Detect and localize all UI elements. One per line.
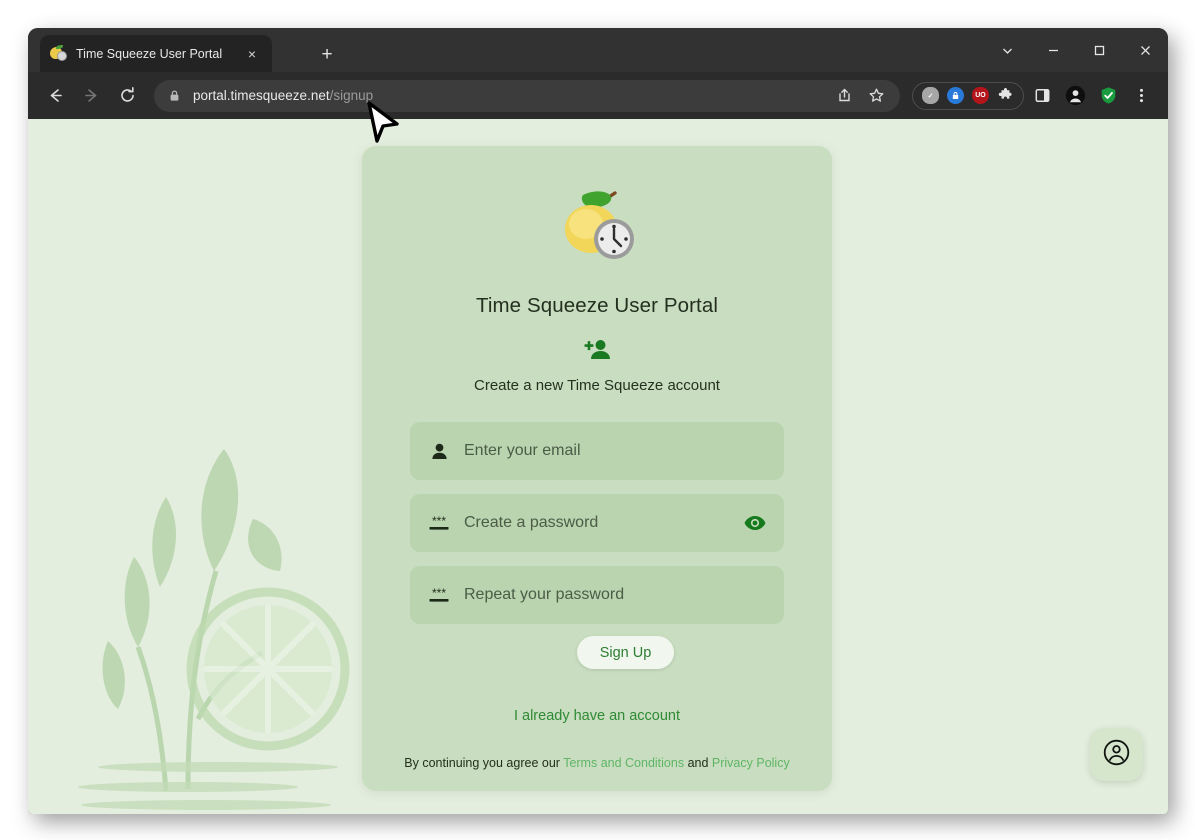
logo-container [362,173,832,273]
address-bar[interactable]: portal.timesqueeze.net/signup [154,79,900,112]
side-panel-icon[interactable] [1027,81,1057,111]
repeat-password-placeholder: Repeat your password [464,586,625,603]
back-arrow-icon[interactable] [40,81,70,111]
repeat-password-field[interactable]: *** Repeat your password [410,566,784,624]
eye-icon[interactable] [742,510,768,536]
chevron-down-icon[interactable] [984,28,1030,72]
chrome-menu-icon[interactable] [1126,81,1156,111]
svg-text:***: *** [432,514,446,528]
already-have-account-link[interactable]: I already have an account [362,708,832,724]
page-content: Time Squeeze User Portal Create a new Ti… [28,119,1168,814]
sign-up-button[interactable]: Sign Up [577,636,674,669]
minimize-icon[interactable] [1030,28,1076,72]
window-controls [984,28,1168,72]
bookmark-star-icon[interactable] [862,82,890,110]
svg-text:***: *** [432,586,446,600]
legal-middle: and [684,756,712,770]
security-shield-icon[interactable] [1093,81,1123,111]
forward-arrow-icon[interactable] [76,81,106,111]
email-field[interactable]: Enter your email [410,422,784,480]
password-manager-extension-icon[interactable] [943,83,968,108]
verified-badge-extension-icon[interactable]: ✓ [918,83,943,108]
close-tab-icon[interactable]: × [242,44,262,64]
browser-toolbar: portal.timesqueeze.net/signup ✓ UO [28,72,1168,119]
signup-card: Time Squeeze User Portal Create a new Ti… [362,146,832,791]
password-field[interactable]: *** Create a password [410,494,784,552]
password-placeholder: Create a password [464,514,599,531]
reload-icon[interactable] [112,81,142,111]
legal-text: By continuing you agree our Terms and Co… [362,756,832,770]
share-icon[interactable] [830,82,858,110]
close-window-icon[interactable] [1122,28,1168,72]
legal-prefix: By continuing you agree our [404,756,564,770]
new-tab-button[interactable]: + [314,41,340,67]
browser-window: Time Squeeze User Portal × + portal.time… [28,28,1168,814]
maximize-icon[interactable] [1076,28,1122,72]
url-domain: portal.timesqueeze.net [193,88,330,103]
mint-leaves-and-lime-slice-illustration [78,449,350,810]
browser-tab[interactable]: Time Squeeze User Portal × [40,35,272,72]
url-text: portal.timesqueeze.net/signup [193,88,826,103]
account-fab-button[interactable] [1090,728,1143,781]
uo-shield-extension-icon[interactable]: UO [968,83,993,108]
lock-icon [168,89,182,103]
page-title: Time Squeeze User Portal [475,294,719,317]
extensions-group: ✓ UO [912,81,1024,110]
lemon-clock-logo [565,191,634,259]
puzzle-extensions-icon[interactable] [993,83,1018,108]
url-path: /signup [329,88,374,103]
person-icon [426,442,452,461]
person-add-icon [362,338,832,360]
card-subtitle: Create a new Time Squeeze account [474,377,720,394]
tab-title: Time Squeeze User Portal [76,46,223,61]
email-placeholder: Enter your email [464,442,581,459]
lemon-clock-favicon-icon [50,45,67,62]
password-asterisk-icon: *** [426,586,452,605]
password-asterisk-icon: *** [426,514,452,533]
tab-strip: Time Squeeze User Portal × + [28,28,1168,72]
account-circle-icon [1103,739,1130,771]
omnibox-actions [826,82,890,110]
profile-icon[interactable] [1060,81,1090,111]
terms-and-conditions-link[interactable]: Terms and Conditions [563,756,684,770]
privacy-policy-link[interactable]: Privacy Policy [712,756,790,770]
